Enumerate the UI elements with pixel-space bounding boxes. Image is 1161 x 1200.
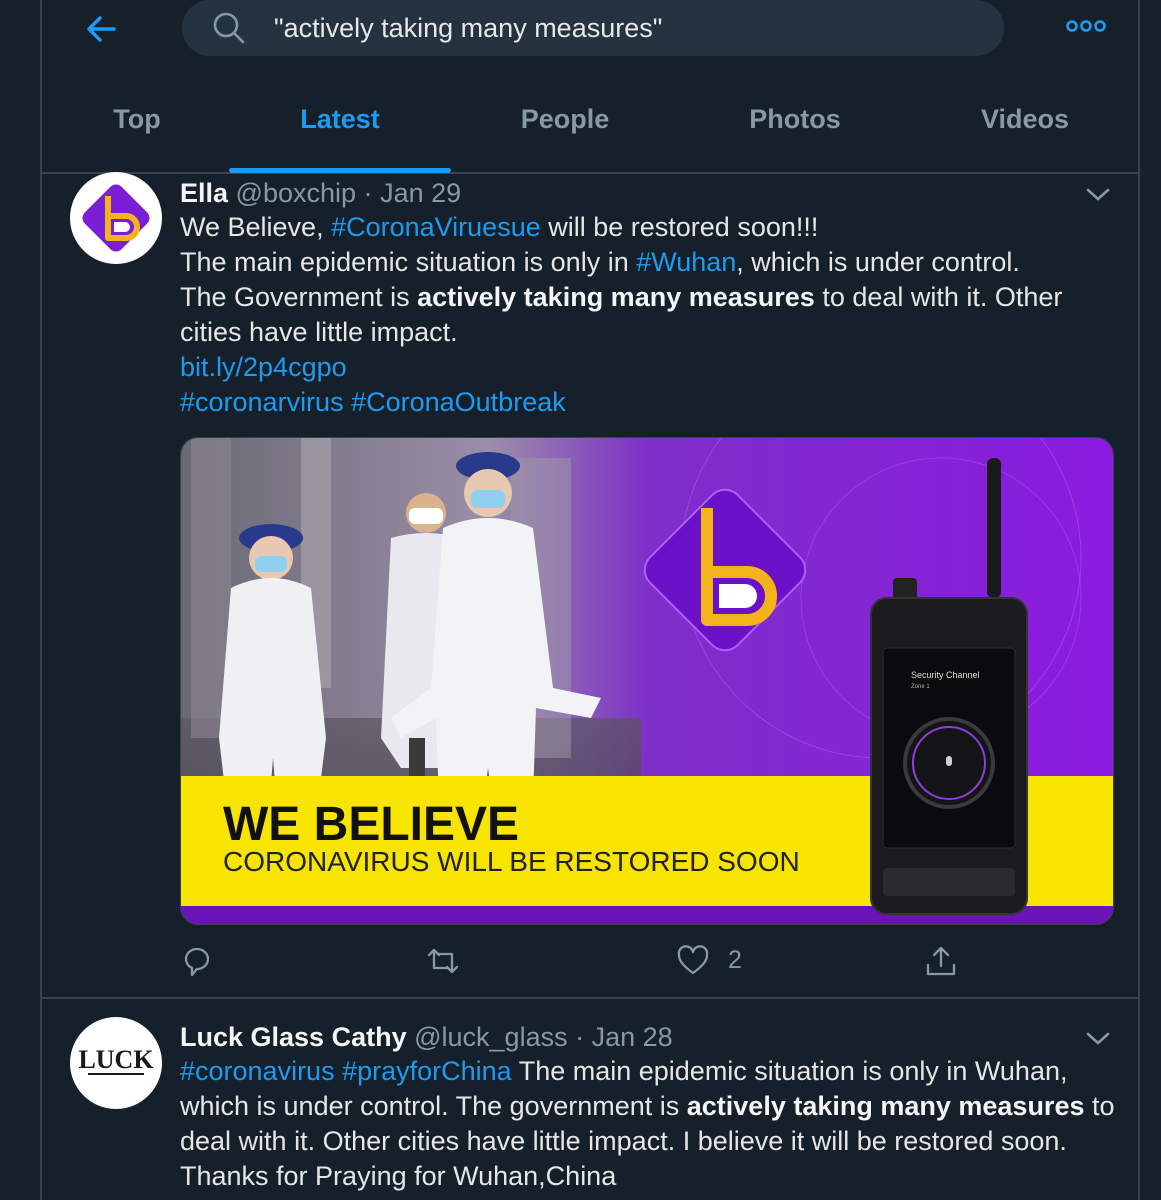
highlighted-match: actively taking many measures [417,282,815,312]
author-handle[interactable]: @luck_glass [414,1022,567,1052]
tweet-text: We Believe, #CoronaViruesue will be rest… [180,210,1120,420]
header-dot: · [363,178,373,208]
tweet-header: Luck Glass Cathy @luck_glass · Jan 28 [180,1022,673,1053]
device-screen-label: Security Channel [911,670,980,680]
author-name[interactable]: Ella [180,178,228,208]
highlighted-match: actively taking many measures [686,1091,1085,1121]
author-handle[interactable]: @boxchip [236,178,356,208]
text-segment: , which is under control. [736,247,1020,277]
active-tab-indicator [229,168,451,173]
more-icon[interactable] [1066,18,1106,34]
tab-latest[interactable]: Latest [270,104,410,135]
tab-people[interactable]: People [500,104,630,135]
author-name[interactable]: Luck Glass Cathy [180,1022,407,1052]
tab-top[interactable]: Top [72,104,202,135]
search-query-text[interactable]: "actively taking many measures" [274,13,662,44]
promo-image: WE BELIEVE CORONAVIRUS WILL BE RESTORED … [181,438,1113,924]
avatar-logo-text: LUCK [78,1045,154,1074]
like-count: 2 [728,946,742,974]
text-segment: will be restored soon!!! [540,212,819,242]
chevron-down-icon[interactable] [1084,1028,1112,1048]
tweet-media-image[interactable]: WE BELIEVE CORONAVIRUS WILL BE RESTORED … [180,437,1114,925]
tweet-date[interactable]: Jan 29 [380,178,461,208]
tweet-divider [42,997,1138,999]
top-bar: "actively taking many measures" [42,0,1138,64]
hashtag-link[interactable]: #CoronaViruesue [331,212,541,242]
hashtag-link[interactable]: #coronarvirus [180,387,344,417]
avatar[interactable] [70,172,162,264]
search-box[interactable]: "actively taking many measures" [182,0,1004,56]
chevron-down-icon[interactable] [1084,184,1112,204]
hashtag-link[interactable]: #prayforChina [342,1056,512,1086]
tab-videos[interactable]: Videos [960,104,1090,135]
back-arrow-icon[interactable] [82,10,120,48]
heart-icon[interactable] [676,944,710,978]
hashtag-link[interactable]: #Wuhan [636,247,736,277]
header-dot: · [575,1022,585,1052]
avatar[interactable]: LUCK [70,1017,162,1109]
tweet-actions: 2 [42,944,1138,984]
tweet-date[interactable]: Jan 28 [592,1022,673,1052]
banner-subline: CORONAVIRUS WILL BE RESTORED SOON [223,846,800,877]
retweet-icon[interactable] [426,944,460,978]
hashtag-link[interactable]: #CoronaOutbreak [351,387,566,417]
text-segment: We Believe, [180,212,332,242]
text-segment: The Government is [180,282,418,312]
url-link[interactable]: bit.ly/2p4cgpo [180,352,347,382]
text-segment: The main epidemic situation is only in [180,247,637,277]
hashtag-link[interactable]: #coronavirus [180,1056,335,1086]
timeline-column: "actively taking many measures" Top Late… [40,0,1140,1200]
tweet-header: Ella @boxchip · Jan 29 [180,178,461,209]
share-icon[interactable] [924,944,958,978]
device-zone-label: Zone 1 [911,684,930,690]
reply-icon[interactable] [180,944,214,978]
tab-photos[interactable]: Photos [730,104,860,135]
tweet-text: #coronavirus #prayforChina The main epid… [180,1054,1125,1194]
search-icon [212,11,246,45]
search-tabs: Top Latest People Photos Videos [42,92,1138,174]
banner-headline: WE BELIEVE [223,798,519,851]
